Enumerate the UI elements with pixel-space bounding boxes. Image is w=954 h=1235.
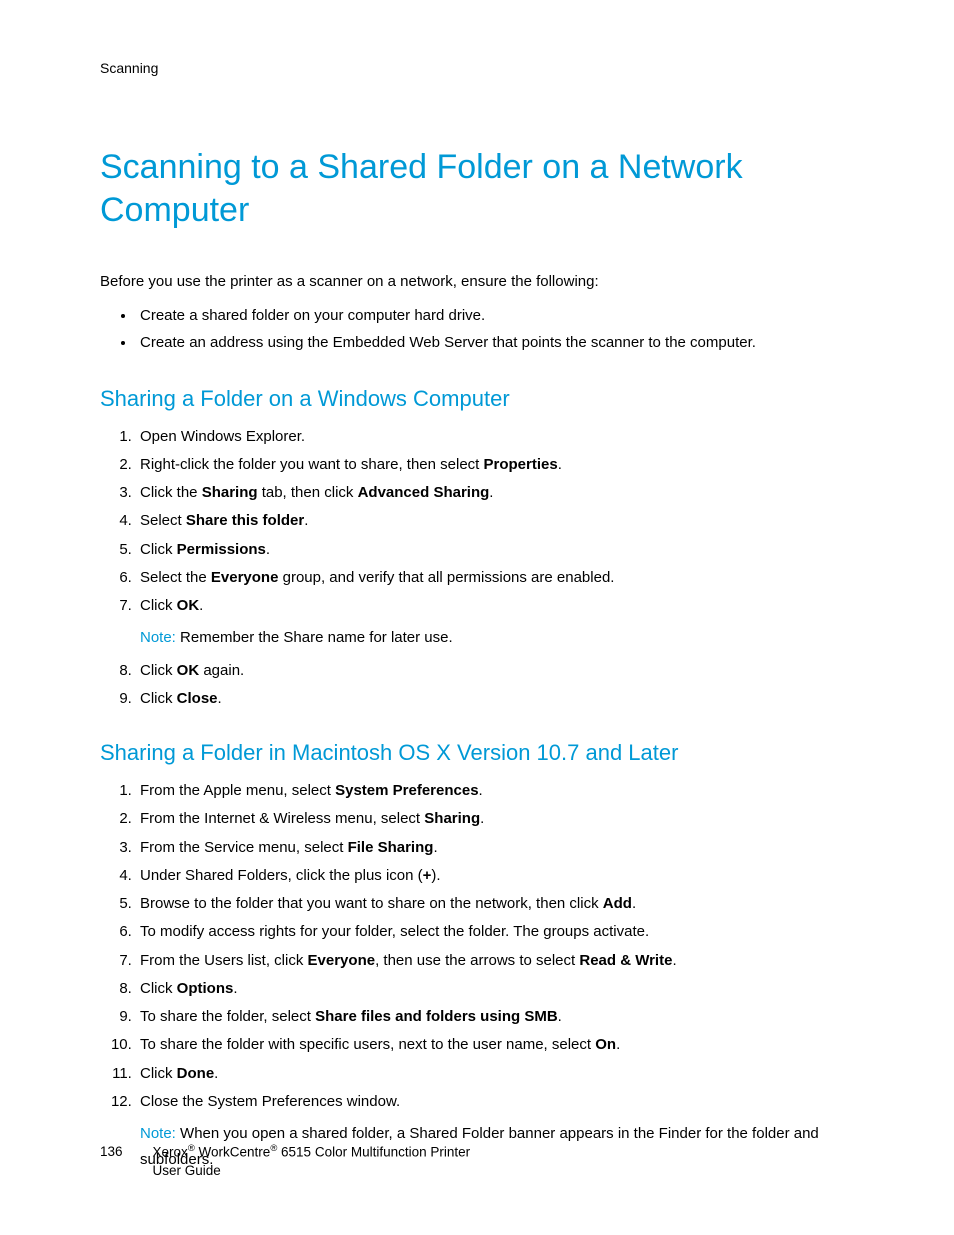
prerequisite-list: Create a shared folder on your computer … [100, 302, 854, 356]
step-item: To share the folder, select Share files … [136, 1004, 854, 1030]
step-item: Right-click the folder you want to share… [136, 452, 854, 478]
step-item: Click Done. [136, 1061, 854, 1087]
step-item: Click Options. [136, 976, 854, 1002]
mac-steps: From the Apple menu, select System Prefe… [100, 778, 854, 1174]
step-item: Click OK.Note: Remember the Share name f… [136, 593, 854, 652]
page-footer: 136 Xerox® WorkCentre® 6515 Color Multif… [100, 1143, 470, 1180]
running-header: Scanning [100, 60, 854, 76]
step-item: Select the Everyone group, and verify th… [136, 565, 854, 591]
note-label: Note: [140, 1125, 180, 1142]
page-title: Scanning to a Shared Folder on a Network… [100, 146, 854, 231]
step-item: To modify access rights for your folder,… [136, 919, 854, 945]
note-label: Note: [140, 629, 180, 646]
windows-heading: Sharing a Folder on a Windows Computer [100, 386, 854, 412]
document-page: Scanning Scanning to a Shared Folder on … [0, 0, 954, 1235]
step-item: From the Users list, click Everyone, the… [136, 948, 854, 974]
step-item: Open Windows Explorer. [136, 424, 854, 450]
step-item: Click OK again. [136, 658, 854, 684]
step-item: To share the folder with specific users,… [136, 1032, 854, 1058]
windows-steps: Open Windows Explorer.Right-click the fo… [100, 424, 854, 713]
step-item: Select Share this folder. [136, 508, 854, 534]
list-item: Create an address using the Embedded Web… [136, 329, 854, 356]
step-item: Under Shared Folders, click the plus ico… [136, 863, 854, 889]
note: Note: Remember the Share name for later … [140, 625, 854, 651]
mac-heading: Sharing a Folder in Macintosh OS X Versi… [100, 740, 854, 766]
step-item: Click the Sharing tab, then click Advanc… [136, 480, 854, 506]
step-item: From the Apple menu, select System Prefe… [136, 778, 854, 804]
footer-text: Xerox® WorkCentre® 6515 Color Multifunct… [153, 1143, 471, 1180]
step-item: Browse to the folder that you want to sh… [136, 891, 854, 917]
step-item: From the Service menu, select File Shari… [136, 835, 854, 861]
page-number: 136 [100, 1143, 123, 1161]
step-item: From the Internet & Wireless menu, selec… [136, 806, 854, 832]
step-item: Click Permissions. [136, 537, 854, 563]
intro-paragraph: Before you use the printer as a scanner … [100, 271, 854, 294]
step-item: Click Close. [136, 686, 854, 712]
list-item: Create a shared folder on your computer … [136, 302, 854, 329]
